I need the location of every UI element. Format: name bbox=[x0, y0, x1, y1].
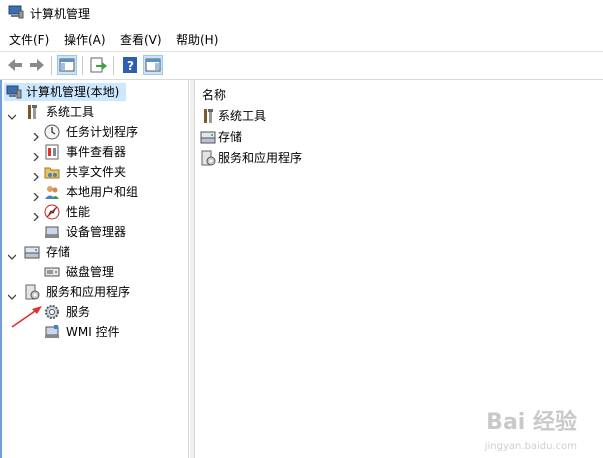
tree-item-label: 计算机管理(本地) bbox=[26, 85, 120, 99]
list-item-system-tools[interactable]: 系统工具 bbox=[200, 107, 340, 125]
list-item-label: 服务和应用程序 bbox=[218, 151, 303, 165]
tree-item-services-applications[interactable]: 服务和应用程序 bbox=[2, 283, 187, 301]
list-item-label: 系统工具 bbox=[218, 109, 267, 123]
watermark-url: jingyan.baidu.com bbox=[484, 441, 577, 452]
menu-file[interactable]: 文件(F) bbox=[9, 31, 49, 48]
chevron-down-icon[interactable] bbox=[7, 248, 17, 260]
column-header-name[interactable]: 名称 bbox=[202, 86, 226, 103]
tree-item-storage[interactable]: 存储 bbox=[2, 243, 187, 261]
help-icon[interactable]: ? bbox=[120, 55, 140, 75]
users-icon bbox=[44, 184, 60, 200]
disk-management-icon bbox=[44, 264, 60, 280]
tree-item-label: 系统工具 bbox=[46, 105, 95, 119]
tree-item-label: 存储 bbox=[46, 245, 71, 259]
console-tree: 计算机管理(本地) 系统工具 任务计划程序 事件查看器 共享文件夹 本地用户和组… bbox=[0, 80, 189, 458]
title-bar: 计算机管理 bbox=[0, 0, 603, 26]
computer-management-icon bbox=[8, 5, 24, 19]
annotation-arrow bbox=[11, 306, 42, 328]
chevron-down-icon[interactable] bbox=[7, 108, 17, 120]
toolbar-separator bbox=[113, 56, 114, 75]
tools-icon bbox=[24, 104, 40, 120]
list-item-services-applications[interactable]: 服务和应用程序 bbox=[200, 149, 340, 167]
services-applications-icon bbox=[24, 284, 40, 300]
performance-icon bbox=[44, 204, 60, 220]
menu-help[interactable]: 帮助(H) bbox=[176, 31, 218, 48]
tree-item-local-users-groups[interactable]: 本地用户和组 bbox=[2, 183, 187, 202]
tree-item-label: 设备管理器 bbox=[66, 225, 127, 239]
chevron-right-icon[interactable] bbox=[32, 168, 40, 182]
chevron-right-icon[interactable] bbox=[32, 148, 40, 162]
tree-item-event-viewer[interactable]: 事件查看器 bbox=[2, 143, 187, 162]
toolbar-separator bbox=[82, 56, 83, 75]
services-applications-icon bbox=[200, 150, 216, 166]
back-icon[interactable] bbox=[5, 55, 25, 75]
storage-icon bbox=[24, 244, 40, 260]
chevron-right-icon[interactable] bbox=[32, 128, 40, 142]
list-item-storage[interactable]: 存储 bbox=[200, 128, 340, 146]
tools-icon bbox=[200, 108, 216, 124]
tree-item-device-manager[interactable]: 设备管理器 bbox=[2, 223, 187, 241]
forward-icon[interactable] bbox=[27, 55, 47, 75]
tree-item-label: 性能 bbox=[66, 205, 91, 219]
toolbar: ? bbox=[0, 51, 603, 80]
tree-item-label: 服务和应用程序 bbox=[46, 285, 131, 299]
storage-icon bbox=[200, 129, 216, 145]
details-pane: 名称 系统工具 存储 服务和应用程序 bbox=[195, 80, 603, 458]
window-title: 计算机管理 bbox=[30, 7, 91, 21]
tree-item-system-tools[interactable]: 系统工具 bbox=[2, 103, 187, 121]
list-item-label: 存储 bbox=[218, 130, 243, 144]
menu-bar: 文件(F) 操作(A) 查看(V) 帮助(H) bbox=[0, 28, 603, 50]
wmi-control-icon bbox=[44, 324, 60, 340]
chevron-down-icon[interactable] bbox=[7, 288, 17, 300]
show-hide-action-pane-icon[interactable] bbox=[143, 55, 163, 75]
tree-item-shared-folders[interactable]: 共享文件夹 bbox=[2, 163, 187, 182]
toolbar-separator bbox=[51, 56, 52, 75]
tree-item-label: WMI 控件 bbox=[66, 325, 120, 339]
menu-view[interactable]: 查看(V) bbox=[120, 31, 162, 48]
computer-management-icon bbox=[6, 84, 22, 100]
tree-item-label: 本地用户和组 bbox=[66, 185, 139, 199]
svg-text:?: ? bbox=[127, 59, 134, 73]
export-list-icon[interactable] bbox=[88, 55, 108, 75]
event-viewer-icon bbox=[44, 144, 60, 160]
tree-item-performance[interactable]: 性能 bbox=[2, 203, 187, 222]
tree-item-label: 共享文件夹 bbox=[66, 165, 127, 179]
chevron-right-icon[interactable] bbox=[32, 208, 40, 222]
device-manager-icon bbox=[44, 224, 60, 240]
tree-item-disk-management[interactable]: 磁盘管理 bbox=[2, 263, 187, 281]
tree-item-task-scheduler[interactable]: 任务计划程序 bbox=[2, 123, 187, 142]
tree-item-label: 事件查看器 bbox=[66, 145, 127, 159]
show-hide-console-tree-icon[interactable] bbox=[57, 55, 77, 75]
gear-icon bbox=[44, 304, 60, 320]
clock-icon bbox=[44, 124, 60, 140]
tree-item-label: 磁盘管理 bbox=[66, 265, 115, 279]
shared-folder-icon bbox=[44, 164, 60, 180]
tree-item-label: 任务计划程序 bbox=[66, 125, 139, 139]
menu-action[interactable]: 操作(A) bbox=[64, 31, 106, 48]
tree-item-computer-management[interactable]: 计算机管理(本地) bbox=[4, 83, 126, 101]
chevron-right-icon[interactable] bbox=[32, 188, 40, 202]
tree-item-label: 服务 bbox=[66, 305, 91, 319]
watermark-logo: Bai 经验 bbox=[486, 410, 577, 435]
